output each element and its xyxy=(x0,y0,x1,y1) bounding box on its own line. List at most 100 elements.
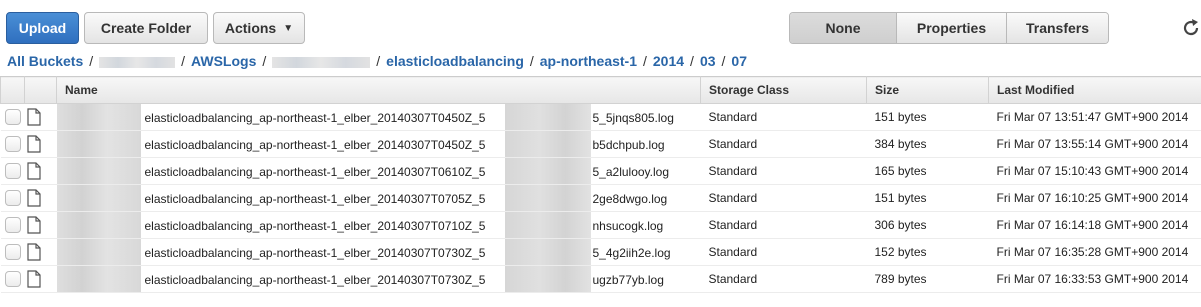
file-icon xyxy=(26,135,41,153)
row-name-cell[interactable]: elasticloadbalancing_ap-northeast-1_elbe… xyxy=(56,130,701,158)
breadcrumb-awslogs[interactable]: AWSLogs xyxy=(191,53,256,69)
header-name[interactable]: Name xyxy=(56,76,701,104)
row-name-cell[interactable]: elasticloadbalancing_ap-northeast-1_elbe… xyxy=(56,238,701,266)
row-size: 789 bytes xyxy=(866,265,989,293)
breadcrumb-region[interactable]: ap-northeast-1 xyxy=(540,53,637,69)
file-name-end[interactable]: nhsucogk.log xyxy=(593,219,664,233)
row-select-cell xyxy=(0,211,25,239)
breadcrumb-all-buckets[interactable]: All Buckets xyxy=(7,53,83,69)
redacted-middle xyxy=(504,131,591,157)
redacted-bucket-name[interactable] xyxy=(99,56,176,68)
row-checkbox[interactable] xyxy=(4,163,21,179)
file-icon xyxy=(26,270,41,288)
redacted-middle xyxy=(504,104,591,130)
redacted-prefix xyxy=(56,104,141,130)
file-icon xyxy=(26,108,41,126)
row-icon-cell xyxy=(24,265,57,293)
row-checkbox[interactable] xyxy=(4,109,21,125)
breadcrumb-month[interactable]: 03 xyxy=(700,53,716,69)
create-folder-button[interactable]: Create Folder xyxy=(84,12,208,44)
redacted-prefix xyxy=(56,185,141,211)
row-checkbox[interactable] xyxy=(4,271,21,287)
file-name-start[interactable]: elasticloadbalancing_ap-northeast-1_elbe… xyxy=(145,273,486,287)
row-icon-cell xyxy=(24,238,57,266)
row-last-modified: Fri Mar 07 16:35:28 GMT+900 2014 xyxy=(988,238,1201,266)
file-name-start[interactable]: elasticloadbalancing_ap-northeast-1_elbe… xyxy=(145,165,486,179)
file-name-end[interactable]: ugzb77yb.log xyxy=(593,273,664,287)
breadcrumb-elasticloadbalancing[interactable]: elasticloadbalancing xyxy=(386,53,524,69)
redacted-account-id[interactable] xyxy=(272,56,371,68)
file-name-end[interactable]: 5_a2lulooy.log xyxy=(593,165,670,179)
file-icon xyxy=(26,162,41,180)
row-size: 384 bytes xyxy=(866,130,989,158)
table-row[interactable]: elasticloadbalancing_ap-northeast-1_elbe… xyxy=(0,184,1201,212)
table-row[interactable]: elasticloadbalancing_ap-northeast-1_elbe… xyxy=(0,103,1201,131)
redacted-middle xyxy=(504,266,591,292)
row-checkbox[interactable] xyxy=(4,217,21,233)
header-storage-class[interactable]: Storage Class xyxy=(700,76,867,104)
row-name-cell[interactable]: elasticloadbalancing_ap-northeast-1_elbe… xyxy=(56,265,701,293)
row-name-cell[interactable]: elasticloadbalancing_ap-northeast-1_elbe… xyxy=(56,157,701,185)
file-name-start[interactable]: elasticloadbalancing_ap-northeast-1_elbe… xyxy=(145,138,486,152)
row-name-cell[interactable]: elasticloadbalancing_ap-northeast-1_elbe… xyxy=(56,103,701,131)
row-checkbox[interactable] xyxy=(4,136,21,152)
breadcrumb-year[interactable]: 2014 xyxy=(653,53,684,69)
file-name-end[interactable]: 5_5jnqs805.log xyxy=(593,111,674,125)
redacted-prefix xyxy=(56,158,141,184)
table-row[interactable]: elasticloadbalancing_ap-northeast-1_elbe… xyxy=(0,265,1201,293)
row-last-modified: Fri Mar 07 16:14:18 GMT+900 2014 xyxy=(988,211,1201,239)
redacted-prefix xyxy=(56,266,141,292)
file-name-start[interactable]: elasticloadbalancing_ap-northeast-1_elbe… xyxy=(145,246,486,260)
redacted-middle xyxy=(504,158,591,184)
table-row[interactable]: elasticloadbalancing_ap-northeast-1_elbe… xyxy=(0,130,1201,158)
row-checkbox[interactable] xyxy=(4,244,21,260)
table-row[interactable]: elasticloadbalancing_ap-northeast-1_elbe… xyxy=(0,238,1201,266)
file-name-end[interactable]: 2ge8dwgo.log xyxy=(593,192,668,206)
file-table: Name Storage Class Size Last Modified el… xyxy=(0,76,1201,293)
row-size: 151 bytes xyxy=(866,184,989,212)
header-size[interactable]: Size xyxy=(866,76,989,104)
view-transfers-button[interactable]: Transfers xyxy=(1006,13,1108,43)
row-select-cell xyxy=(0,184,25,212)
row-last-modified: Fri Mar 07 13:51:47 GMT+900 2014 xyxy=(988,103,1201,131)
header-last-modified[interactable]: Last Modified xyxy=(988,76,1201,104)
row-last-modified: Fri Mar 07 15:10:43 GMT+900 2014 xyxy=(988,157,1201,185)
actions-label: Actions xyxy=(224,20,277,36)
actions-button[interactable]: Actions ▼ xyxy=(213,12,305,44)
row-last-modified: Fri Mar 07 16:10:25 GMT+900 2014 xyxy=(988,184,1201,212)
upload-label: Upload xyxy=(18,20,67,36)
table-row[interactable]: elasticloadbalancing_ap-northeast-1_elbe… xyxy=(0,157,1201,185)
row-select-cell xyxy=(0,103,25,131)
row-icon-cell xyxy=(24,184,57,212)
file-name-start[interactable]: elasticloadbalancing_ap-northeast-1_elbe… xyxy=(145,111,486,125)
row-last-modified: Fri Mar 07 13:55:14 GMT+900 2014 xyxy=(988,130,1201,158)
redacted-prefix xyxy=(56,239,141,265)
table-row[interactable]: elasticloadbalancing_ap-northeast-1_elbe… xyxy=(0,211,1201,239)
redacted-prefix xyxy=(56,131,141,157)
file-name-start[interactable]: elasticloadbalancing_ap-northeast-1_elbe… xyxy=(145,219,486,233)
row-checkbox[interactable] xyxy=(4,190,21,206)
file-name-start[interactable]: elasticloadbalancing_ap-northeast-1_elbe… xyxy=(145,192,486,206)
row-icon-cell xyxy=(24,130,57,158)
refresh-icon[interactable] xyxy=(1180,17,1201,39)
file-icon xyxy=(26,243,41,261)
view-properties-button[interactable]: Properties xyxy=(896,13,1006,43)
row-icon-cell xyxy=(24,157,57,185)
table-header-row: Name Storage Class Size Last Modified xyxy=(0,76,1201,104)
header-select xyxy=(0,76,25,104)
view-none-button[interactable]: None xyxy=(790,13,896,43)
file-name-end[interactable]: 5_4g2iih2e.log xyxy=(593,246,671,260)
row-select-cell xyxy=(0,265,25,293)
row-name-cell[interactable]: elasticloadbalancing_ap-northeast-1_elbe… xyxy=(56,211,701,239)
chevron-down-icon: ▼ xyxy=(283,22,294,34)
row-size: 151 bytes xyxy=(866,103,989,131)
row-last-modified: Fri Mar 07 16:33:53 GMT+900 2014 xyxy=(988,265,1201,293)
redacted-middle xyxy=(504,212,591,238)
upload-button[interactable]: Upload xyxy=(6,12,79,44)
row-name-cell[interactable]: elasticloadbalancing_ap-northeast-1_elbe… xyxy=(56,184,701,212)
row-size: 306 bytes xyxy=(866,211,989,239)
file-name-end[interactable]: b5dchpub.log xyxy=(593,138,665,152)
row-storage-class: Standard xyxy=(700,130,867,158)
row-select-cell xyxy=(0,130,25,158)
breadcrumb-day[interactable]: 07 xyxy=(731,53,747,69)
